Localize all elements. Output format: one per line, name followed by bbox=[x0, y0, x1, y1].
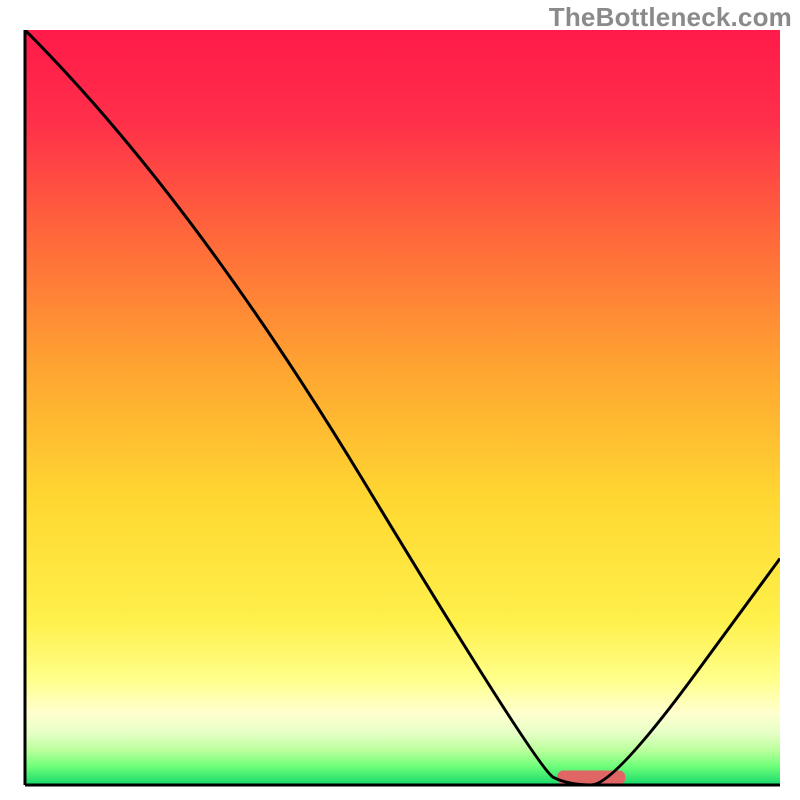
watermark-text: TheBottleneck.com bbox=[549, 2, 792, 33]
plot-background bbox=[25, 30, 780, 785]
chart-container: TheBottleneck.com bbox=[0, 0, 800, 800]
chart-svg bbox=[0, 0, 800, 800]
